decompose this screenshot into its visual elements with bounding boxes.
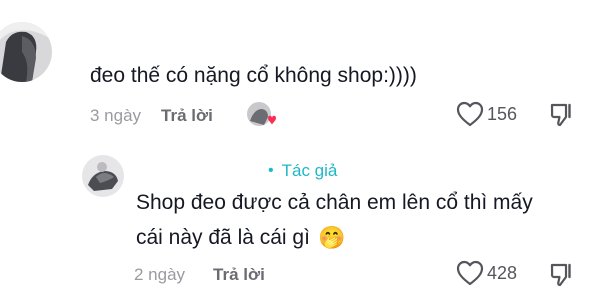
dislike-button[interactable] bbox=[549, 102, 575, 128]
comment-text: đeo thế có nặng cổ không shop:)))) bbox=[90, 64, 417, 87]
reply-text-line-2-wrapper: cái này đã là cái gì 🤭 bbox=[136, 220, 345, 255]
creator-liked-badge bbox=[246, 101, 276, 131]
heart-outline-icon bbox=[456, 260, 484, 286]
reply-text-line-2: cái này đã là cái gì bbox=[136, 226, 310, 249]
dislike-button-2[interactable] bbox=[549, 262, 575, 288]
dot-separator: • bbox=[268, 162, 274, 179]
like-button[interactable]: 156 bbox=[456, 101, 517, 127]
like-count: 156 bbox=[487, 103, 518, 124]
author-avatar[interactable] bbox=[82, 155, 124, 197]
reply-text-line-1: Shop đeo được cả chân em lên cổ thì mấy bbox=[136, 191, 533, 214]
reply-button[interactable]: Trả lời bbox=[161, 106, 213, 126]
like-count-2: 428 bbox=[487, 262, 518, 283]
author-tag: • Tác giả bbox=[268, 161, 337, 181]
comment-time: 3 ngày bbox=[90, 106, 142, 125]
hand-over-mouth-emoji: 🤭 bbox=[317, 225, 346, 250]
thumbs-down-outline-icon bbox=[550, 263, 571, 287]
author-tag-label: Tác giả bbox=[281, 161, 338, 180]
reply-time: 2 ngày bbox=[134, 265, 186, 284]
heart-outline-icon bbox=[456, 101, 484, 127]
heart-filled-icon bbox=[268, 115, 276, 125]
reply-button-2[interactable]: Trả lời bbox=[213, 265, 265, 285]
like-button-2[interactable]: 428 bbox=[456, 260, 517, 286]
reply-meta: 2 ngày Trả lời bbox=[134, 265, 265, 285]
commenter-avatar[interactable] bbox=[0, 22, 52, 82]
comments-panel: đeo thế có nặng cổ không shop:)))) 3 ngà… bbox=[0, 0, 596, 300]
thumbs-down-outline-icon bbox=[550, 103, 571, 127]
comment-meta: 3 ngày Trả lời bbox=[90, 106, 213, 126]
